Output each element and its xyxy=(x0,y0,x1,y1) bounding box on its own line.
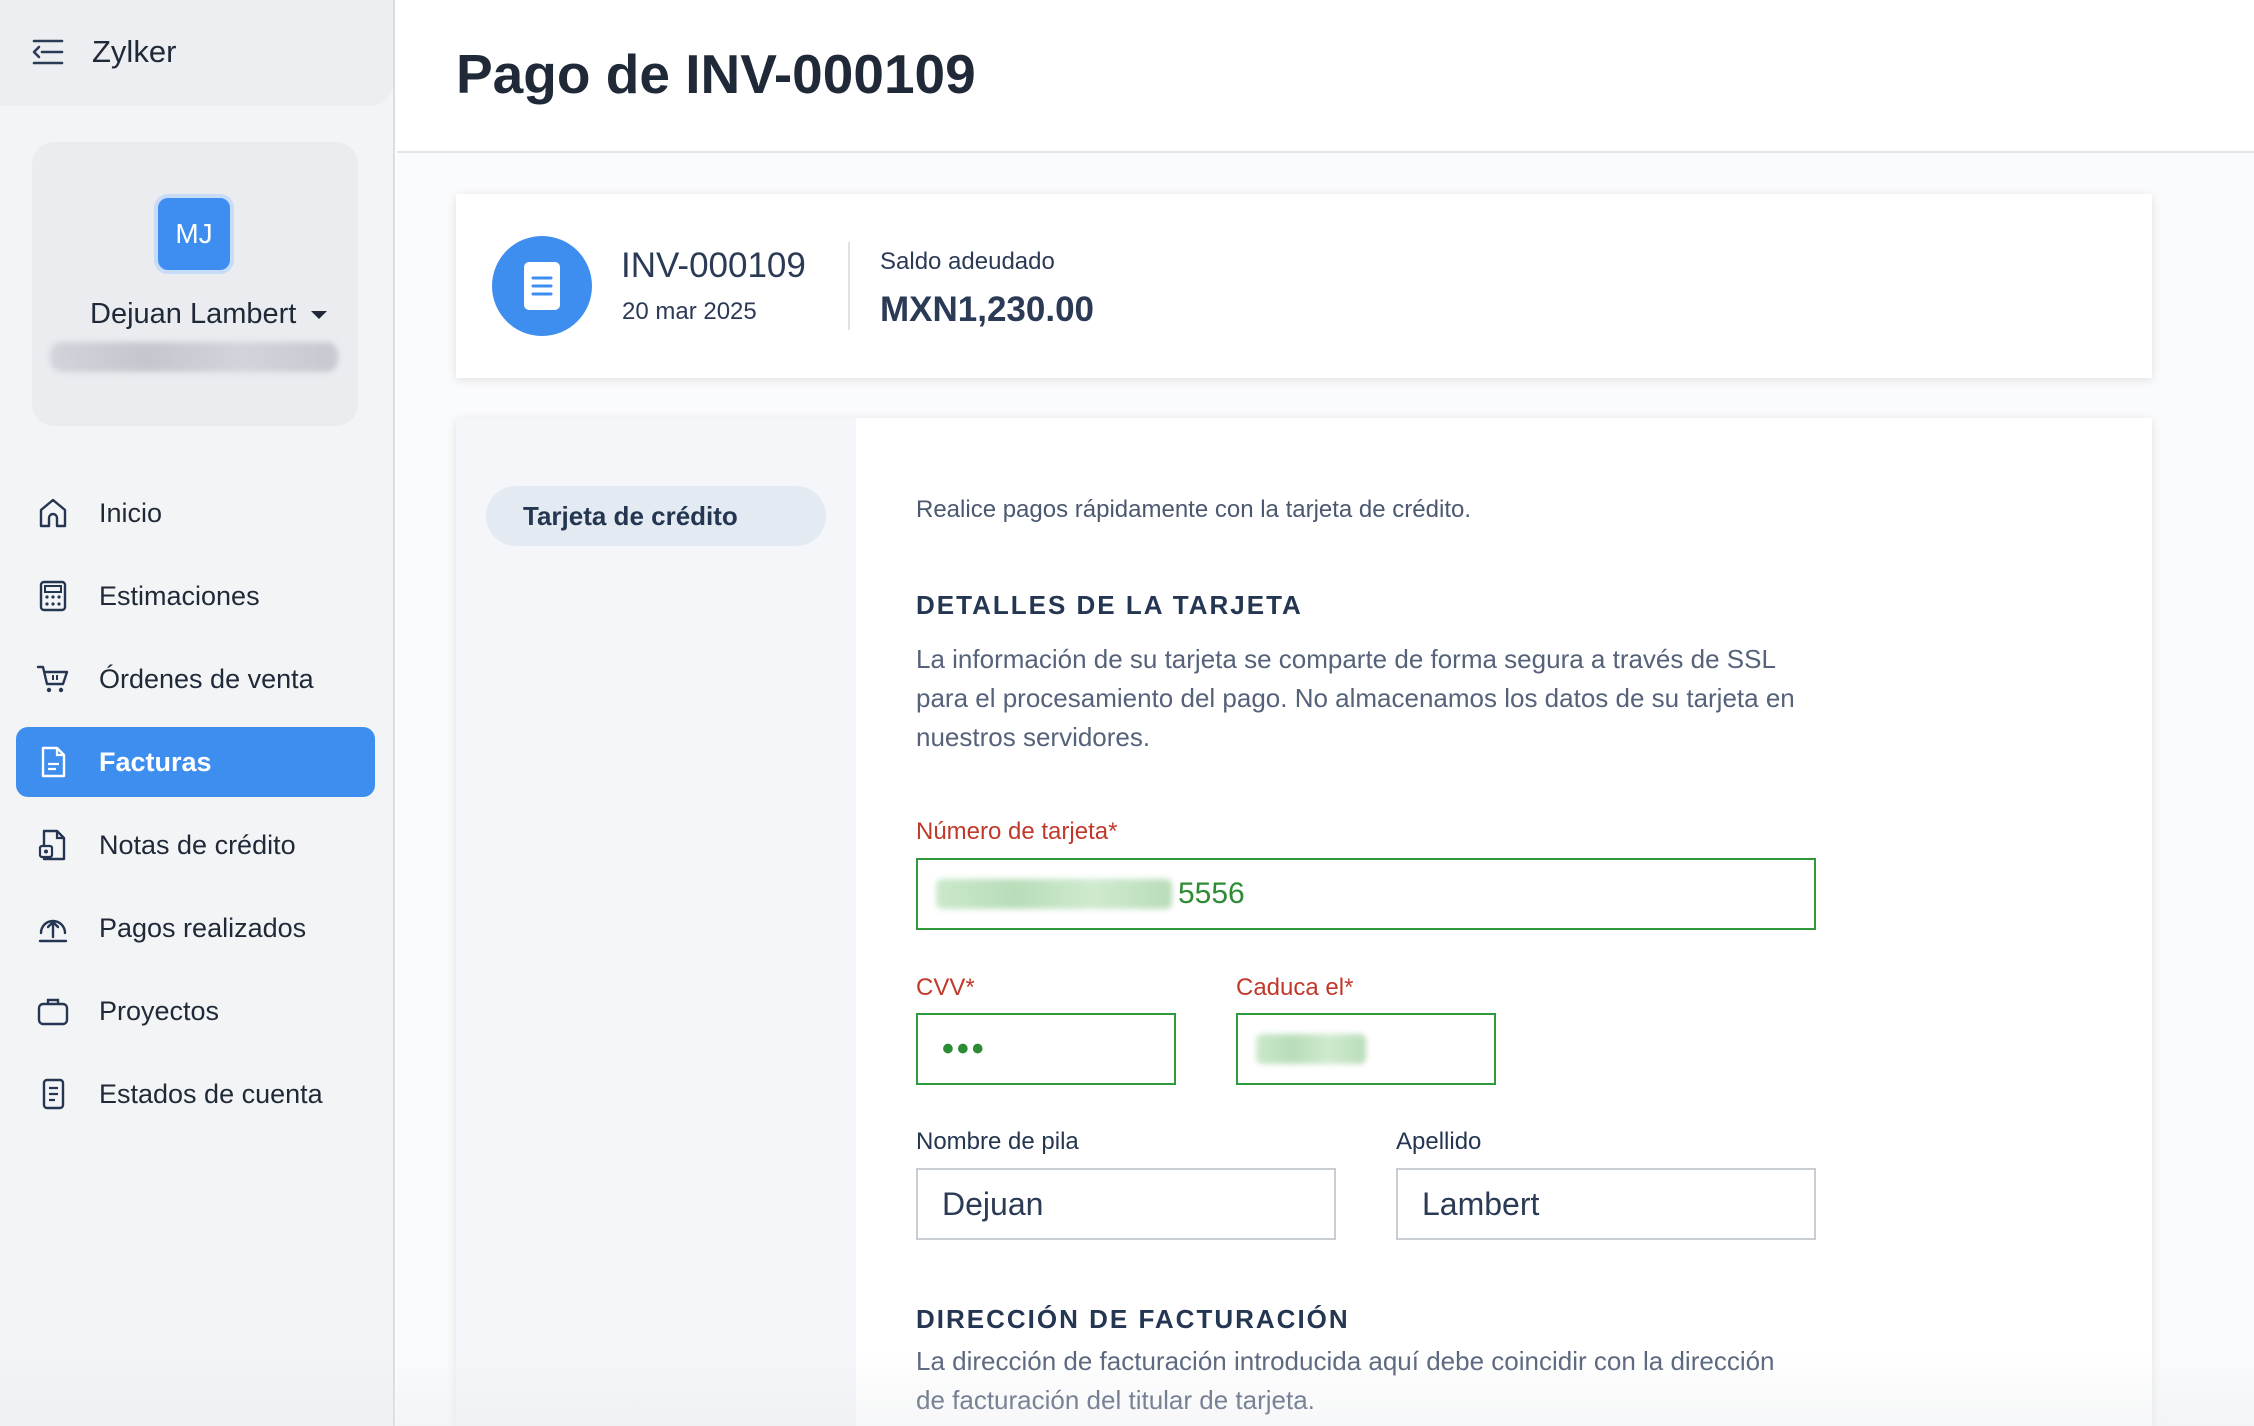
card-number-input[interactable]: 5556 xyxy=(916,858,1816,930)
upload-payment-icon xyxy=(38,919,68,943)
menu-collapse-icon[interactable] xyxy=(32,38,64,66)
sidebar-item-label: Notas de crédito xyxy=(99,829,296,860)
payment-method-credit-card[interactable]: Tarjeta de crédito xyxy=(486,486,826,546)
card-details-heading: DETALLES DE LA TARJETA xyxy=(916,590,1303,620)
payment-card: Tarjeta de crédito Realice pagos rápidam… xyxy=(456,418,2152,1426)
balance-due-value: MXN1,230.00 xyxy=(880,290,1095,329)
profile-name-dropdown[interactable]: Dejuan Lambert xyxy=(90,298,328,331)
cvv-input[interactable]: ••• xyxy=(916,1013,1176,1085)
sidebar-item-notas-de-credito[interactable]: Notas de crédito xyxy=(16,810,375,880)
home-icon xyxy=(39,498,67,528)
profile-card: MJ Dejuan Lambert xyxy=(32,142,358,426)
profile-email-redacted xyxy=(50,342,338,372)
sidebar-item-proyectos[interactable]: Proyectos xyxy=(16,976,375,1046)
vertical-divider xyxy=(848,242,850,330)
expiry-input[interactable] xyxy=(1236,1013,1496,1085)
sidebar-item-label: Estados de cuenta xyxy=(99,1078,323,1109)
sidebar-item-pagos-realizados[interactable]: Pagos realizados xyxy=(16,893,375,963)
sidebar-item-label: Inicio xyxy=(99,497,163,528)
first-name-label: Nombre de pila xyxy=(916,1128,1079,1155)
brand-name: Zylker xyxy=(92,34,177,69)
calculator-icon xyxy=(39,580,67,612)
sidebar-item-label: Órdenes de venta xyxy=(99,663,314,694)
statement-icon xyxy=(42,1078,65,1110)
invoice-badge xyxy=(492,236,592,336)
avatar[interactable]: MJ xyxy=(154,194,234,274)
invoice-date: 20 mar 2025 xyxy=(622,298,757,325)
page-title: Pago de INV-000109 xyxy=(456,43,976,105)
card-number-last4: 5556 xyxy=(1178,877,1245,910)
cvv-masked-value: ••• xyxy=(942,1029,987,1068)
cart-icon xyxy=(36,665,69,693)
sidebar-item-inicio[interactable]: Inicio xyxy=(16,478,375,548)
sidebar-nav: Inicio Estimaciones Órdenes de venta Fac… xyxy=(16,478,375,1142)
card-number-redacted xyxy=(936,879,1172,909)
credit-note-icon xyxy=(38,829,66,861)
balance-due-label: Saldo adeudado xyxy=(880,248,1055,275)
expiry-redacted xyxy=(1256,1034,1366,1064)
cvv-label: CVV* xyxy=(916,974,975,1001)
profile-name: Dejuan Lambert xyxy=(90,298,297,330)
caret-down-icon xyxy=(311,310,328,319)
invoice-summary-card: INV-000109 20 mar 2025 Saldo adeudado MX… xyxy=(456,194,2152,378)
invoice-icon xyxy=(41,746,66,778)
sidebar-item-label: Pagos realizados xyxy=(99,912,307,943)
sidebar-item-estados-de-cuenta[interactable]: Estados de cuenta xyxy=(16,1059,375,1129)
last-name-label: Apellido xyxy=(1396,1128,1482,1155)
sidebar-item-label: Facturas xyxy=(99,746,212,777)
payment-intro: Realice pagos rápidamente con la tarjeta… xyxy=(916,496,1471,523)
sidebar-item-ordenes-de-venta[interactable]: Órdenes de venta xyxy=(16,644,375,714)
payment-method-list: Tarjeta de crédito xyxy=(456,418,856,1426)
sidebar-item-estimaciones[interactable]: Estimaciones xyxy=(16,561,375,631)
card-number-label: Número de tarjeta* xyxy=(916,818,1118,845)
sidebar: Zylker MJ Dejuan Lambert Inicio Estimaci… xyxy=(0,0,395,1426)
sidebar-item-label: Proyectos xyxy=(99,995,220,1026)
sidebar-item-facturas[interactable]: Facturas xyxy=(16,727,375,797)
billing-address-description: La dirección de facturación introducida … xyxy=(916,1346,1775,1415)
brand-bar: Zylker xyxy=(0,0,393,106)
sidebar-item-label: Estimaciones xyxy=(99,580,260,611)
expiry-label: Caduca el* xyxy=(1236,974,1354,1001)
first-name-input[interactable]: Dejuan xyxy=(916,1168,1336,1240)
card-details-description: La información de su tarjeta se comparte… xyxy=(916,644,1795,752)
last-name-input[interactable]: Lambert xyxy=(1396,1168,1816,1240)
invoice-number: INV-000109 xyxy=(621,246,806,285)
billing-address-heading: DIRECCIÓN DE FACTURACIÓN xyxy=(916,1304,1350,1334)
document-icon xyxy=(524,262,560,310)
briefcase-icon xyxy=(37,998,69,1026)
